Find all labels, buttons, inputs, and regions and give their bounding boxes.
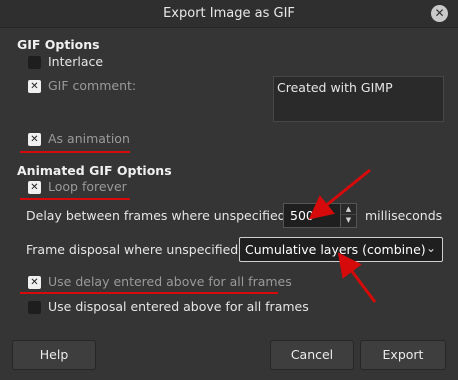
loop-forever-underline [20,198,130,200]
delay-spinbox[interactable]: 500 ▲ ▼ [283,203,357,228]
disposal-label: Frame disposal where unspecified: [26,242,243,257]
interlace-label[interactable]: Interlace [48,54,103,69]
as-animation-label[interactable]: As animation [48,131,130,146]
window-title: Export Image as GIF [163,6,295,21]
loop-forever-label[interactable]: Loop forever [48,179,127,194]
cancel-button[interactable]: Cancel [270,340,354,370]
title-bar: Export Image as GIF ✕ [0,0,458,28]
help-button[interactable]: Help [12,340,96,370]
use-delay-checkbox[interactable]: ✕ [28,276,41,289]
disposal-selected-value: Cumulative layers (combine) [245,242,426,257]
delay-value[interactable]: 500 [290,208,314,223]
gif-comment-field[interactable]: Created with GIMP [273,76,444,122]
delay-label: Delay between frames where unspecified: [26,208,290,223]
animated-options-heading: Animated GIF Options [17,163,172,178]
spin-down-icon[interactable]: ▼ [341,215,356,226]
use-disposal-label[interactable]: Use disposal entered above for all frame… [48,299,309,314]
loop-forever-checkbox[interactable]: ✕ [28,181,41,194]
delay-unit: milliseconds [365,208,443,223]
spin-up-icon[interactable]: ▲ [341,204,356,215]
arrow-to-disposal [337,252,377,303]
gif-comment-checkbox[interactable]: ✕ [28,80,41,93]
gif-comment-label[interactable]: GIF comment: [48,78,136,93]
use-disposal-checkbox[interactable] [28,301,41,314]
chevron-down-icon[interactable]: ⌄ [426,241,436,255]
export-button[interactable]: Export [360,340,446,370]
interlace-checkbox[interactable] [28,56,41,69]
disposal-select[interactable]: Cumulative layers (combine) ⌄ [239,237,443,262]
as-animation-checkbox[interactable]: ✕ [28,133,41,146]
gif-options-heading: GIF Options [17,37,100,52]
spin-arrows: ▲ ▼ [340,204,356,227]
use-delay-underline [20,292,278,294]
as-animation-underline [20,151,130,153]
close-icon[interactable]: ✕ [431,5,448,22]
use-delay-label[interactable]: Use delay entered above for all frames [48,274,292,289]
